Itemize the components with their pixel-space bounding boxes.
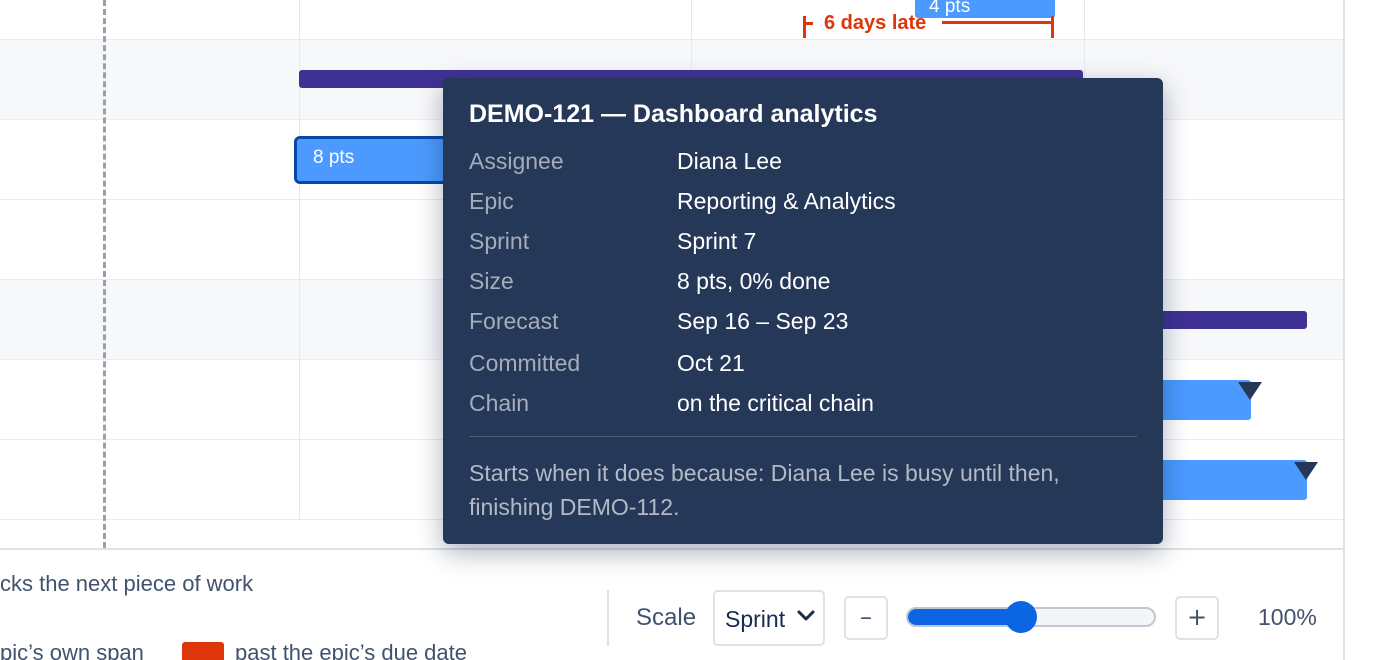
tooltip-note: Starts when it does because: Diana Lee i… (469, 460, 1060, 520)
tooltip-value-sprint: Sprint 7 (677, 228, 757, 254)
late-marker-end (1051, 16, 1054, 38)
chevron-down-icon (795, 604, 817, 632)
tooltip-title: DEMO-121 — Dashboard analytics (469, 100, 878, 128)
scale-select[interactable]: Sprint (713, 590, 825, 646)
epic-bar[interactable] (1140, 311, 1307, 329)
deadline-marker-icon (1238, 382, 1262, 400)
story-bar[interactable] (1140, 460, 1307, 500)
zoom-in-button[interactable]: + (1175, 596, 1219, 640)
today-line (103, 0, 106, 548)
tooltip-key-sprint: Sprint (469, 228, 530, 254)
tooltip-value-committed: Oct 21 (677, 350, 745, 376)
legend-text: cks the next piece of work (0, 571, 254, 596)
tooltip-key-assignee: Assignee (469, 148, 564, 174)
tooltip-key-size: Size (469, 268, 514, 294)
selected-story-bar[interactable]: 8 pts (294, 136, 460, 184)
deadline-marker-icon (1294, 462, 1318, 480)
zoom-slider-thumb[interactable] (1005, 601, 1037, 633)
tooltip-value-assignee: Diana Lee (677, 148, 782, 174)
tooltip-key-epic: Epic (469, 188, 514, 214)
story-bar[interactable]: 4 pts (915, 0, 1055, 18)
tooltip-value-chain: on the critical chain (677, 390, 874, 416)
tooltip-key-committed: Committed (469, 350, 581, 376)
late-label: 6 days late (824, 12, 927, 34)
tooltip-divider (469, 436, 1137, 437)
late-marker-start (803, 16, 806, 38)
issue-tooltip: DEMO-121 — Dashboard analytics Assignee … (443, 78, 1163, 544)
tooltip-key-forecast: Forecast (469, 308, 559, 334)
tooltip-value-forecast: Sep 16 – Sep 23 (677, 308, 849, 334)
legend-swatch-late (182, 642, 224, 660)
zoom-out-button[interactable]: – (844, 596, 888, 640)
footer-divider (0, 548, 1344, 550)
legend-text: pic’s own span (0, 640, 144, 660)
legend-text: past the epic’s due date (235, 640, 467, 660)
tooltip-key-chain: Chain (469, 390, 530, 416)
tooltip-value-epic: Reporting & Analytics (677, 188, 896, 214)
gantt-row (0, 0, 1344, 40)
story-bar-label: 4 pts (929, 0, 971, 17)
scale-select-value: Sprint (725, 606, 786, 632)
story-bar-label: 8 pts (313, 147, 355, 168)
zoom-level: 100% (1258, 604, 1317, 630)
tooltip-value-size: 8 pts, 0% done (677, 268, 831, 294)
late-marker-line (942, 21, 1054, 24)
controls-divider (607, 590, 609, 646)
scale-label: Scale (636, 604, 697, 631)
vertical-scrollbar[interactable] (1343, 0, 1345, 660)
